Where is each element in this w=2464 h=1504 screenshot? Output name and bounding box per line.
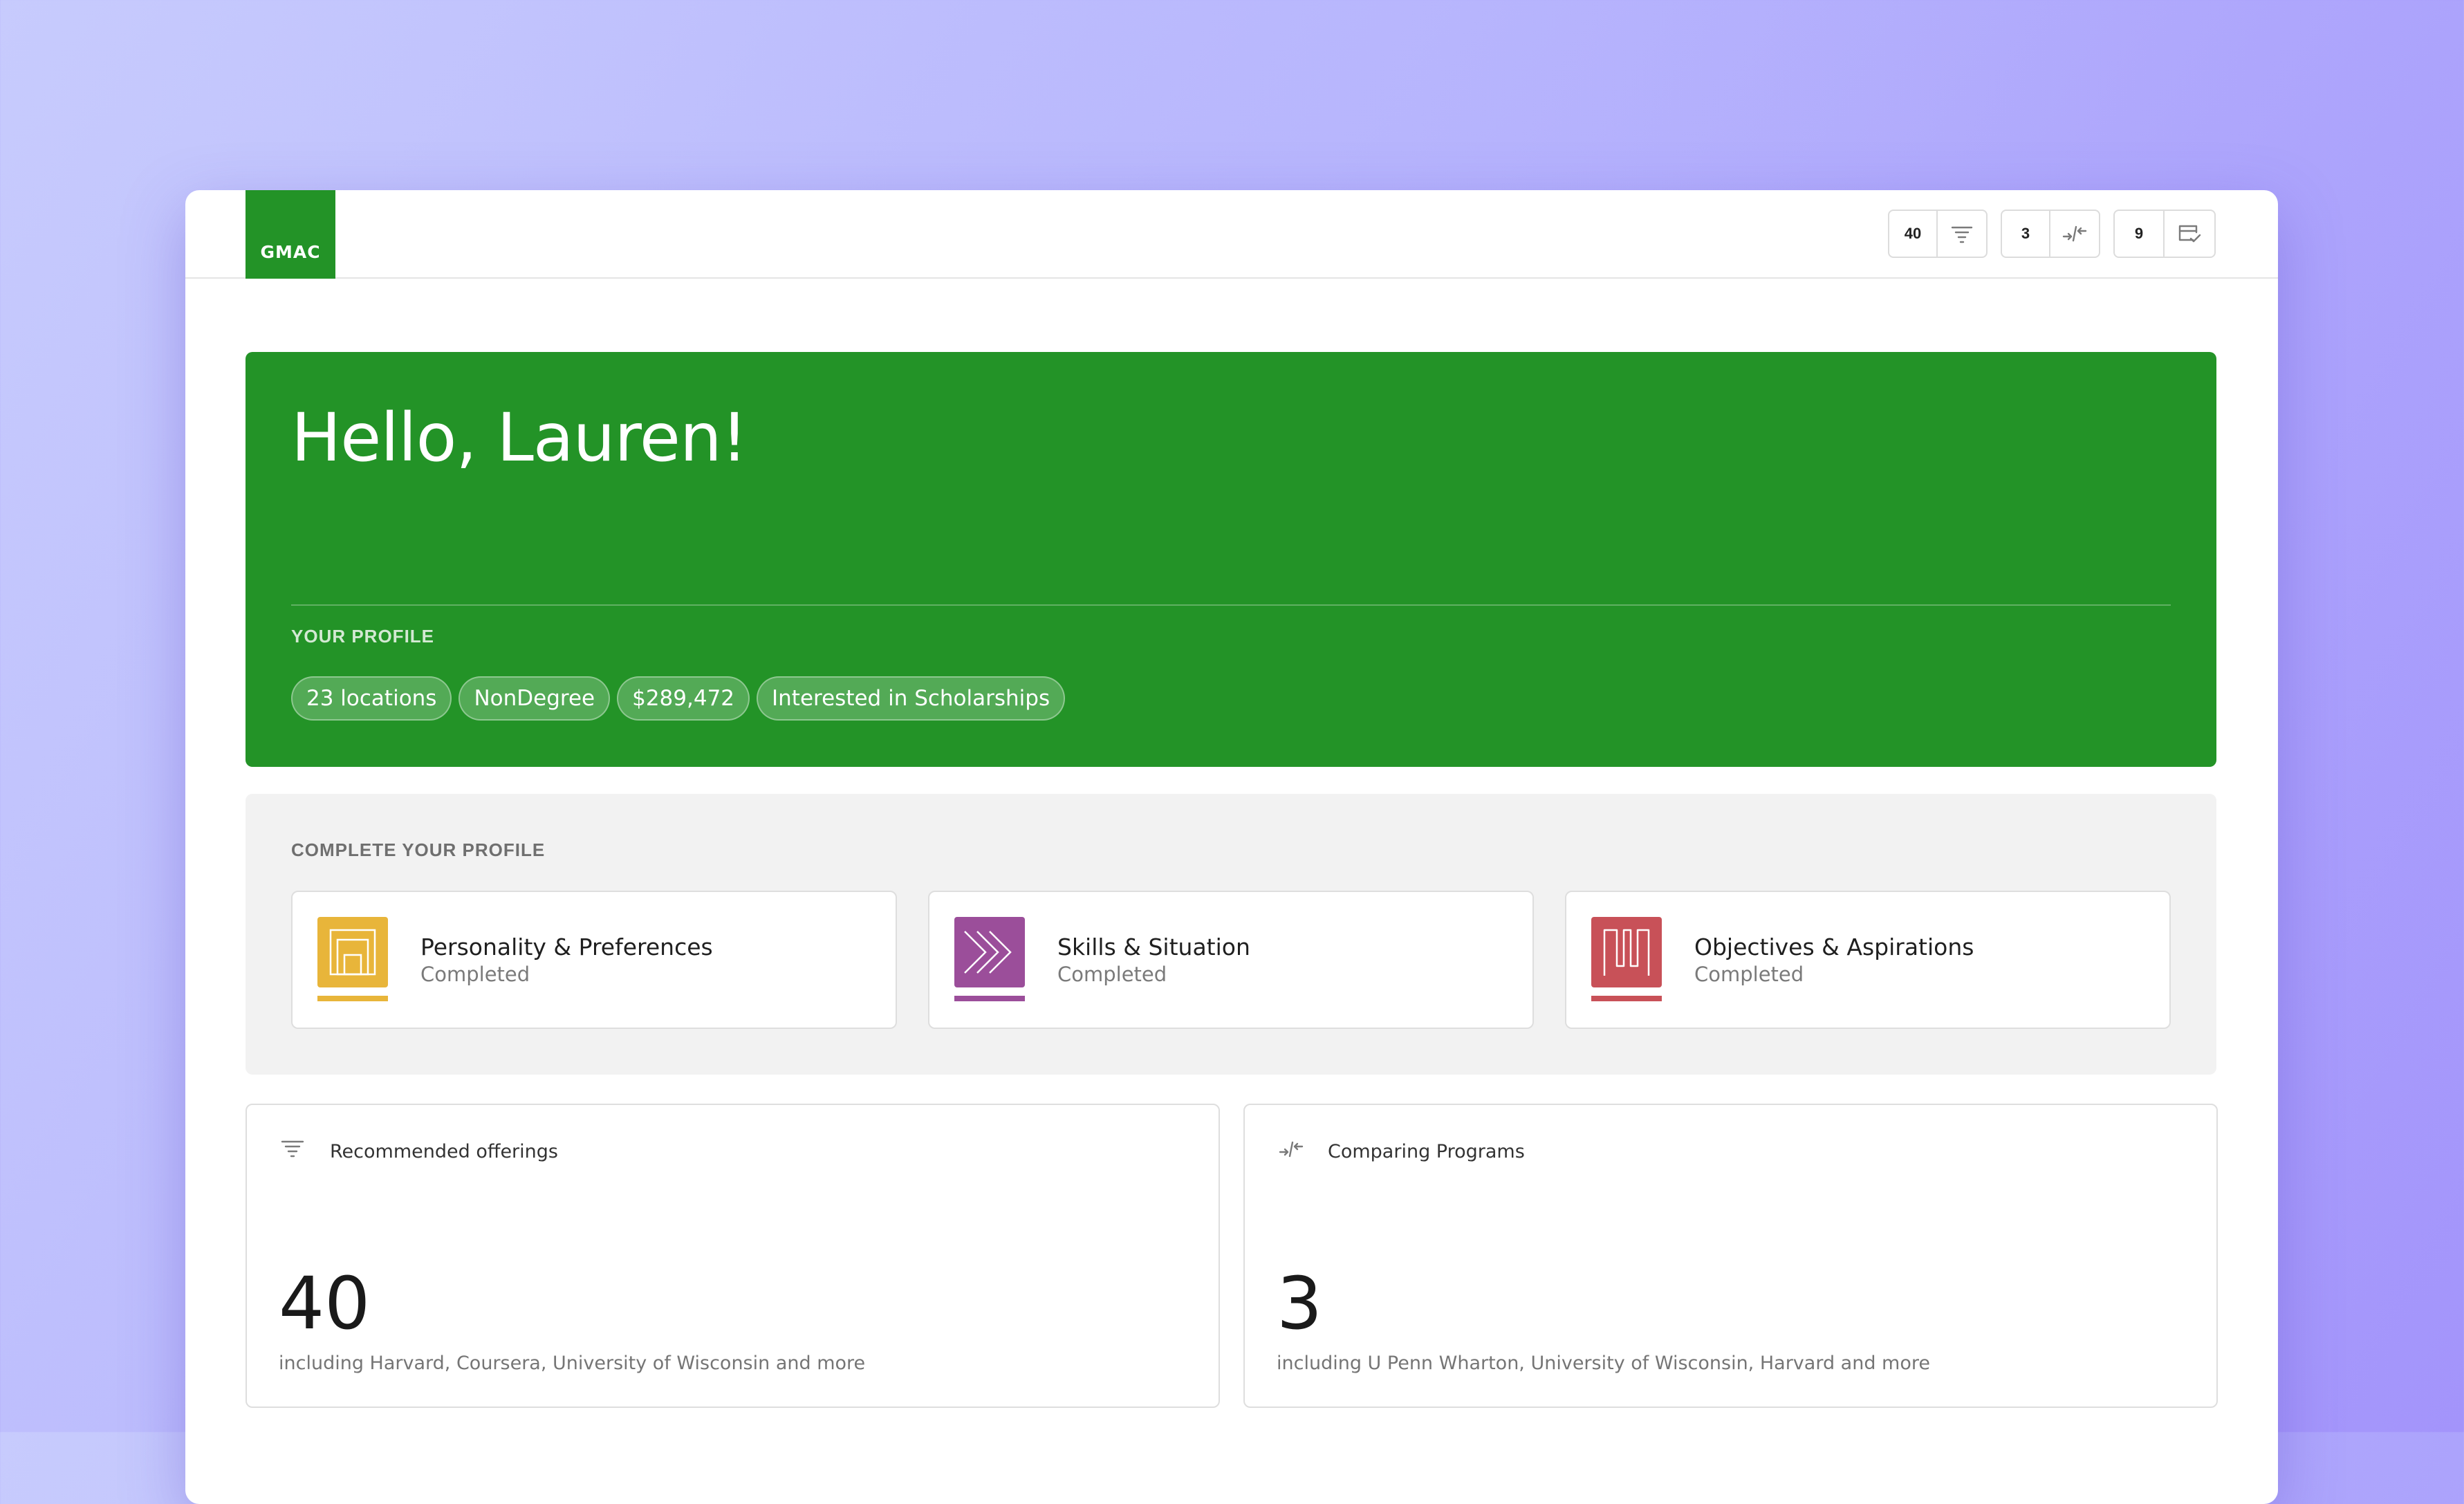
recommended-offerings-card[interactable]: Recommended offerings 40 including Harva… — [246, 1104, 1220, 1408]
compare-icon — [1278, 1138, 1304, 1163]
recommended-counter-button[interactable]: 40 — [1888, 210, 1988, 258]
greeting-title: Hello, Lauren! — [291, 399, 748, 476]
card-status: Completed — [420, 963, 530, 986]
progress-bar — [1591, 996, 1662, 1001]
recommended-count: 40 — [1889, 211, 1938, 257]
gmac-logo[interactable]: GMAC — [246, 190, 335, 279]
checklist-icon — [2165, 211, 2214, 257]
card-description: including Harvard, Coursera, University … — [279, 1353, 866, 1374]
chip-program-type[interactable]: NonDegree — [458, 676, 611, 721]
your-profile-label: YOUR PROFILE — [291, 626, 435, 647]
progress-bar — [317, 996, 388, 1001]
comparing-programs-card[interactable]: Comparing Programs 3 including U Penn Wh… — [1243, 1104, 2218, 1408]
chip-budget[interactable]: $289,472 — [617, 676, 750, 721]
zigzag-icon — [1591, 917, 1662, 987]
card-status: Completed — [1694, 963, 1804, 986]
chip-scholarships[interactable]: Interested in Scholarships — [757, 676, 1066, 721]
top-bar: GMAC 40 3 9 — [185, 190, 2278, 279]
chip-locations[interactable]: 23 locations — [291, 676, 452, 721]
filter-icon — [1938, 211, 1986, 257]
divider — [291, 604, 2171, 606]
profile-chips: 23 locations NonDegree $289,472 Interest… — [291, 676, 1066, 721]
card-title: Personality & Preferences — [420, 934, 713, 960]
chevrons-icon — [954, 917, 1025, 987]
welcome-banner: Hello, Lauren! YOUR PROFILE 23 locations… — [246, 352, 2216, 767]
card-description: including U Penn Wharton, University of … — [1277, 1353, 1930, 1374]
card-title: Objectives & Aspirations — [1694, 934, 1974, 960]
card-title: Recommended offerings — [330, 1141, 558, 1162]
checklist-counter-button[interactable]: 9 — [2113, 210, 2216, 258]
complete-profile-label: COMPLETE YOUR PROFILE — [291, 839, 546, 860]
compare-icon — [2050, 211, 2099, 257]
programs-count: 3 — [1277, 1261, 1323, 1346]
card-status: Completed — [1057, 963, 1167, 986]
filter-icon — [280, 1138, 305, 1163]
card-title: Skills & Situation — [1057, 934, 1250, 960]
skills-situation-card[interactable]: Skills & Situation Completed — [928, 891, 1534, 1029]
offerings-count: 40 — [279, 1261, 371, 1346]
complete-profile-panel: COMPLETE YOUR PROFILE Personality & Pref… — [246, 794, 2216, 1075]
app-window: GMAC 40 3 9 Hello, Lauren! YOUR PROFILE … — [185, 190, 2278, 1504]
building-icon — [317, 917, 388, 987]
card-title: Comparing Programs — [1328, 1141, 1525, 1162]
checklist-count: 9 — [2115, 211, 2165, 257]
compare-counter-button[interactable]: 3 — [2001, 210, 2100, 258]
compare-count: 3 — [2002, 211, 2051, 257]
objectives-aspirations-card[interactable]: Objectives & Aspirations Completed — [1565, 891, 2171, 1029]
personality-preferences-card[interactable]: Personality & Preferences Completed — [291, 891, 897, 1029]
progress-bar — [954, 996, 1025, 1001]
